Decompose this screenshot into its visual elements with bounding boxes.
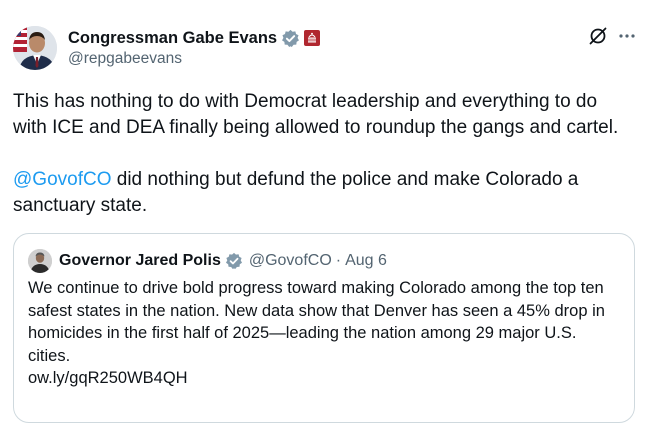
verified-badge-icon[interactable] xyxy=(281,29,300,48)
quoted-link[interactable]: ow.ly/gqR250WB4QH xyxy=(28,367,628,390)
verified-badge-icon[interactable] xyxy=(225,252,243,270)
grok-icon[interactable] xyxy=(587,25,609,47)
author-avatar[interactable] xyxy=(13,26,57,70)
quoted-header: Governor Jared Polis @GovofCO · Aug 6 xyxy=(59,249,387,273)
tweet-card: Congressman Gabe Evans @repgabeevans Thi… xyxy=(0,0,650,423)
quoted-tweet[interactable]: Governor Jared Polis @GovofCO · Aug 6 We… xyxy=(13,233,635,423)
quoted-handle[interactable]: @GovofCO xyxy=(249,252,332,270)
quoted-date[interactable]: Aug 6 xyxy=(345,252,387,270)
quoted-line-1: We continue to drive bold progress towar… xyxy=(28,279,604,297)
quoted-line-4: cities. xyxy=(28,346,71,365)
author-handle[interactable]: @repgabeevans xyxy=(68,50,182,68)
quoted-line-3: homicides in the first half of 2025—lead… xyxy=(28,324,577,342)
quoted-line-2: safest states in the nation. New data sh… xyxy=(28,301,605,320)
more-options-icon[interactable] xyxy=(617,26,637,46)
quoted-author-avatar[interactable] xyxy=(28,249,52,273)
quoted-separator: · xyxy=(335,252,342,269)
us-congress-affiliation-icon[interactable] xyxy=(304,30,321,46)
quoted-display-name[interactable]: Governor Jared Polis xyxy=(59,252,221,270)
tweet-paragraph-1: This has nothing to do with Democrat lea… xyxy=(13,91,619,138)
quoted-body: We continue to drive bold progress towar… xyxy=(28,277,628,390)
tweet-paragraph-2: @GovofCO did nothing but defund the poli… xyxy=(13,167,633,219)
author-name-row: Congressman Gabe Evans xyxy=(68,27,321,49)
mention-link[interactable]: @GovofCO xyxy=(13,169,111,190)
tweet-body: This has nothing to do with Democrat lea… xyxy=(13,89,633,219)
author-display-name[interactable]: Congressman Gabe Evans xyxy=(68,29,277,48)
